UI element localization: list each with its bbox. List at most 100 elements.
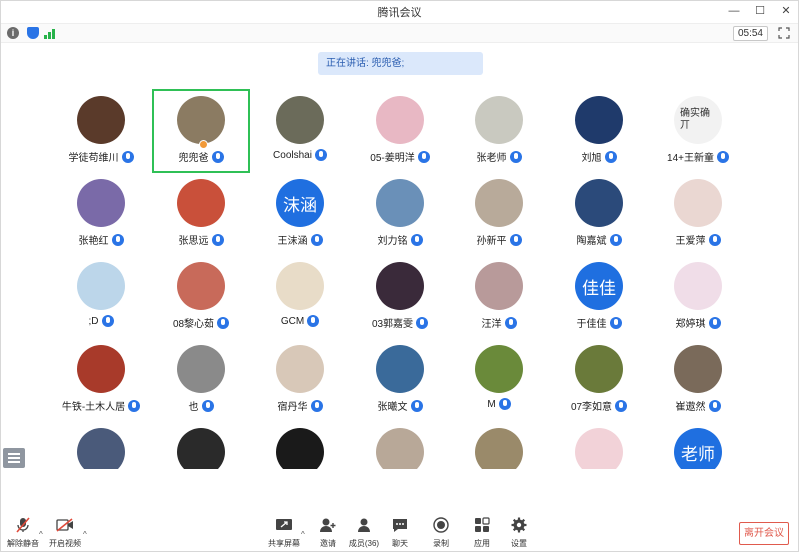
participant-name: 宿丹华: [277, 402, 308, 413]
participant-tile[interactable]: 确实确丌 14+王新童: [649, 89, 747, 173]
participant-tile[interactable]: 08黎心茹: [152, 255, 250, 339]
participant-tile[interactable]: 兜兜爸: [152, 89, 250, 173]
start-video-label: 开启视频: [49, 539, 81, 548]
participant-tile[interactable]: 也: [152, 338, 250, 422]
participant-name: 王沫涵: [277, 236, 308, 247]
microphone-icon: [307, 315, 320, 327]
start-video-button[interactable]: 开启视频: [45, 516, 85, 550]
microphone-icon: [410, 233, 423, 246]
participant-tile[interactable]: [351, 421, 449, 469]
participant-avatar: [475, 179, 523, 227]
participant-tile[interactable]: M: [450, 338, 548, 422]
minimize-icon[interactable]: —: [728, 4, 740, 18]
participant-tile[interactable]: 牛铁-土木人居: [52, 338, 150, 422]
share-screen-button[interactable]: 共享屏幕: [264, 516, 304, 550]
maximize-icon[interactable]: ☐: [754, 4, 766, 18]
members-icon: [355, 516, 373, 534]
microphone-icon: [498, 398, 511, 410]
participant-avatar: [177, 262, 225, 310]
microphone-icon: [708, 399, 721, 412]
participant-name-row: M: [450, 398, 548, 410]
participant-name-row: 也: [152, 398, 250, 413]
participant-tile[interactable]: 学徒苟维川: [52, 89, 150, 173]
info-icon[interactable]: i: [7, 27, 19, 39]
participant-avatar: [376, 96, 424, 144]
meeting-timer: 05:54: [732, 26, 768, 41]
participant-avatar: [276, 428, 324, 469]
security-shield-icon[interactable]: [27, 27, 39, 39]
network-signal-icon[interactable]: [44, 27, 56, 39]
side-panel-toggle-icon[interactable]: [3, 448, 25, 468]
participant-name-row: 05-姜明洋: [351, 149, 449, 164]
participant-name: 08黎心茹: [172, 319, 215, 330]
fullscreen-icon[interactable]: [778, 27, 790, 39]
participant-tile[interactable]: 沫涵 王沫涵: [251, 172, 349, 256]
participant-name-row: 刘力铭: [351, 232, 449, 247]
apps-button[interactable]: 应用: [462, 516, 502, 550]
participant-tile[interactable]: 张艳红: [52, 172, 150, 256]
participant-tile[interactable]: 张思远: [152, 172, 250, 256]
participant-tile[interactable]: 刘旭: [550, 89, 648, 173]
participant-tile[interactable]: [450, 421, 548, 469]
participant-tile[interactable]: 王爱萍: [649, 172, 747, 256]
microphone-icon: [111, 233, 124, 246]
participant-tile[interactable]: 刘力铭: [351, 172, 449, 256]
record-button[interactable]: 录制: [421, 516, 461, 550]
participant-name: 03郭嘉雯: [371, 319, 414, 330]
participant-name: 07李如意: [570, 402, 613, 413]
participant-name-row: 陶嘉斌: [550, 232, 648, 247]
window-title: 腾讯会议: [377, 7, 422, 19]
participant-tile[interactable]: 佳佳 于佳佳: [550, 255, 648, 339]
participant-avatar: [77, 262, 125, 310]
settings-button[interactable]: 设置: [499, 516, 539, 550]
participant-avatar: 佳佳: [575, 262, 623, 310]
participant-avatar: [376, 179, 424, 227]
participant-tile[interactable]: 崔遨然: [649, 338, 747, 422]
participant-tile[interactable]: [550, 421, 648, 469]
participant-tile[interactable]: 陶嘉斌: [550, 172, 648, 256]
record-label: 录制: [433, 539, 449, 548]
participant-tile[interactable]: [251, 421, 349, 469]
participant-avatar: [376, 345, 424, 393]
members-button[interactable]: 成员(36): [344, 516, 384, 550]
participant-tile[interactable]: 张老师: [450, 89, 548, 173]
chat-icon: [391, 516, 409, 534]
microphone-icon: [504, 316, 517, 329]
video-options-chevron-icon[interactable]: ^: [83, 530, 87, 539]
participant-tile[interactable]: 汪洋: [450, 255, 548, 339]
participant-name: 刘旭: [581, 153, 602, 164]
participant-avatar: [575, 428, 623, 469]
participant-name-row: 14+王新童: [649, 149, 747, 164]
members-label: 成员(36): [348, 539, 380, 548]
participant-tile[interactable]: 宿丹华: [251, 338, 349, 422]
participant-tile[interactable]: 03郭嘉雯: [351, 255, 449, 339]
unmute-button[interactable]: 解除静音: [3, 516, 43, 550]
participant-tile[interactable]: 张曦文: [351, 338, 449, 422]
participant-tile[interactable]: [152, 421, 250, 469]
close-icon[interactable]: ✕: [780, 4, 792, 18]
participant-name: ;D: [88, 315, 99, 327]
participant-tile[interactable]: 05-姜明洋: [351, 89, 449, 173]
participant-name: Coolshai: [273, 149, 312, 161]
participant-tile[interactable]: 孙新平: [450, 172, 548, 256]
participant-tile[interactable]: GCM: [251, 255, 349, 339]
participant-tile[interactable]: Coolshai: [251, 89, 349, 173]
participant-name-row: 张思远: [152, 232, 250, 247]
invite-button[interactable]: 邀请: [308, 516, 348, 550]
participant-tile[interactable]: 郑婷琪: [649, 255, 747, 339]
participant-avatar: [77, 179, 125, 227]
participant-tile[interactable]: 07李如意: [550, 338, 648, 422]
leave-meeting-button[interactable]: 离开会议: [739, 522, 789, 545]
participant-name: 05-姜明洋: [370, 153, 415, 164]
participant-tile[interactable]: [52, 421, 150, 469]
chat-button[interactable]: 聊天: [380, 516, 420, 550]
microphone-icon: [128, 399, 141, 412]
participant-name: 兜兜爸: [178, 153, 209, 164]
participant-name-row: 08黎心茹: [152, 315, 250, 330]
participant-tile[interactable]: 老师: [649, 421, 747, 469]
share-options-chevron-icon[interactable]: ^: [301, 530, 305, 539]
participant-tile[interactable]: ;D: [52, 255, 150, 339]
invite-icon: [319, 516, 337, 534]
audio-options-chevron-icon[interactable]: ^: [39, 530, 43, 539]
participant-name: M: [487, 398, 496, 410]
